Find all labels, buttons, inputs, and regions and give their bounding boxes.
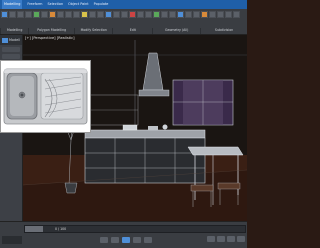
border-mode-icon[interactable] <box>25 11 32 18</box>
edge-mode-icon[interactable] <box>17 11 24 18</box>
use-displacement-icon[interactable] <box>185 11 192 18</box>
play-icon[interactable] <box>122 237 130 243</box>
swift-loop-icon[interactable] <box>81 11 88 18</box>
go-to-start-icon[interactable] <box>100 237 108 243</box>
zoom-icon[interactable] <box>207 236 215 242</box>
p-connect-icon[interactable] <box>97 11 104 18</box>
viewport-navigation <box>207 236 245 242</box>
group-geometry: Geometry (All) <box>152 28 200 34</box>
more-icon[interactable] <box>233 11 240 18</box>
ribbon-group-labels: Modelling Polygon Modelling Modify Selec… <box>0 28 247 34</box>
ribbon-buttons <box>1 11 240 28</box>
group-modify-selection: Modify Selection <box>74 28 112 34</box>
element-mode-icon[interactable] <box>41 11 48 18</box>
panel-item[interactable] <box>2 54 20 59</box>
playback-controls <box>100 237 152 243</box>
tessellate-icon[interactable] <box>177 11 184 18</box>
viewport-label[interactable]: [+] [Perspective] [Realistic] <box>25 36 75 40</box>
settings-icon[interactable] <box>217 11 224 18</box>
vertex-mode-icon[interactable] <box>9 11 16 18</box>
ring-icon[interactable] <box>73 11 80 18</box>
sink-image <box>1 61 90 132</box>
go-to-end-icon[interactable] <box>144 237 152 243</box>
previous-frame-icon[interactable] <box>111 237 119 243</box>
relax-icon[interactable] <box>105 11 112 18</box>
timeline-thumb[interactable] <box>25 226 43 232</box>
group-edit: Edit <box>112 28 152 34</box>
collapse-icon[interactable] <box>129 11 136 18</box>
maxscript-listener[interactable] <box>2 236 22 244</box>
preview-icon[interactable] <box>225 11 232 18</box>
group-polygon-modelling: Polygon Modelling <box>28 28 74 34</box>
panel-item[interactable] <box>2 47 20 52</box>
create-icon[interactable] <box>113 11 120 18</box>
shrink-icon[interactable] <box>57 11 64 18</box>
frame-counter: 0 / 100 <box>55 227 67 231</box>
subdivision-icon[interactable] <box>193 11 200 18</box>
status-bar: 0 / 100 <box>0 221 247 248</box>
smooth-icon[interactable] <box>201 11 208 18</box>
polygon-mode-icon[interactable] <box>33 11 40 18</box>
detach-icon[interactable] <box>137 11 144 18</box>
cap-poly-icon[interactable] <box>145 11 152 18</box>
maximize-viewport-icon[interactable] <box>237 236 245 242</box>
left-panel-header: Modell <box>0 35 22 45</box>
quadrify-icon[interactable] <box>153 11 160 18</box>
attach-icon[interactable] <box>121 11 128 18</box>
group-modelling: Modelling <box>0 28 28 34</box>
grow-icon[interactable] <box>49 11 56 18</box>
tab-freeform[interactable]: Freeform <box>27 0 42 9</box>
cut-icon[interactable] <box>89 11 96 18</box>
ribbon-tab-bar: Modelling Freeform Selection Object Pain… <box>0 0 247 9</box>
panel-accent-icon <box>2 37 8 43</box>
left-panel-title: Modell <box>9 38 21 42</box>
orbit-icon[interactable] <box>227 236 235 242</box>
sink-preview-image <box>0 60 91 133</box>
edit-poly-icon[interactable] <box>1 11 8 18</box>
timeline-slider[interactable]: 0 / 100 <box>24 225 246 233</box>
tab-populate[interactable]: Populate <box>94 0 109 9</box>
tab-object-paint[interactable]: Object Paint <box>68 0 89 9</box>
pan-icon[interactable] <box>217 236 225 242</box>
hard-icon[interactable] <box>209 11 216 18</box>
group-subdivision: Subdivision <box>200 28 247 34</box>
ribbon-toolbar: Modelling Polygon Modelling Modify Selec… <box>0 9 247 35</box>
loop-icon[interactable] <box>65 11 72 18</box>
tab-selection[interactable]: Selection <box>47 0 63 9</box>
meshsmooth-icon[interactable] <box>169 11 176 18</box>
next-frame-icon[interactable] <box>133 237 141 243</box>
slice-plane-icon[interactable] <box>161 11 168 18</box>
tab-modelling[interactable]: Modelling <box>2 0 23 9</box>
